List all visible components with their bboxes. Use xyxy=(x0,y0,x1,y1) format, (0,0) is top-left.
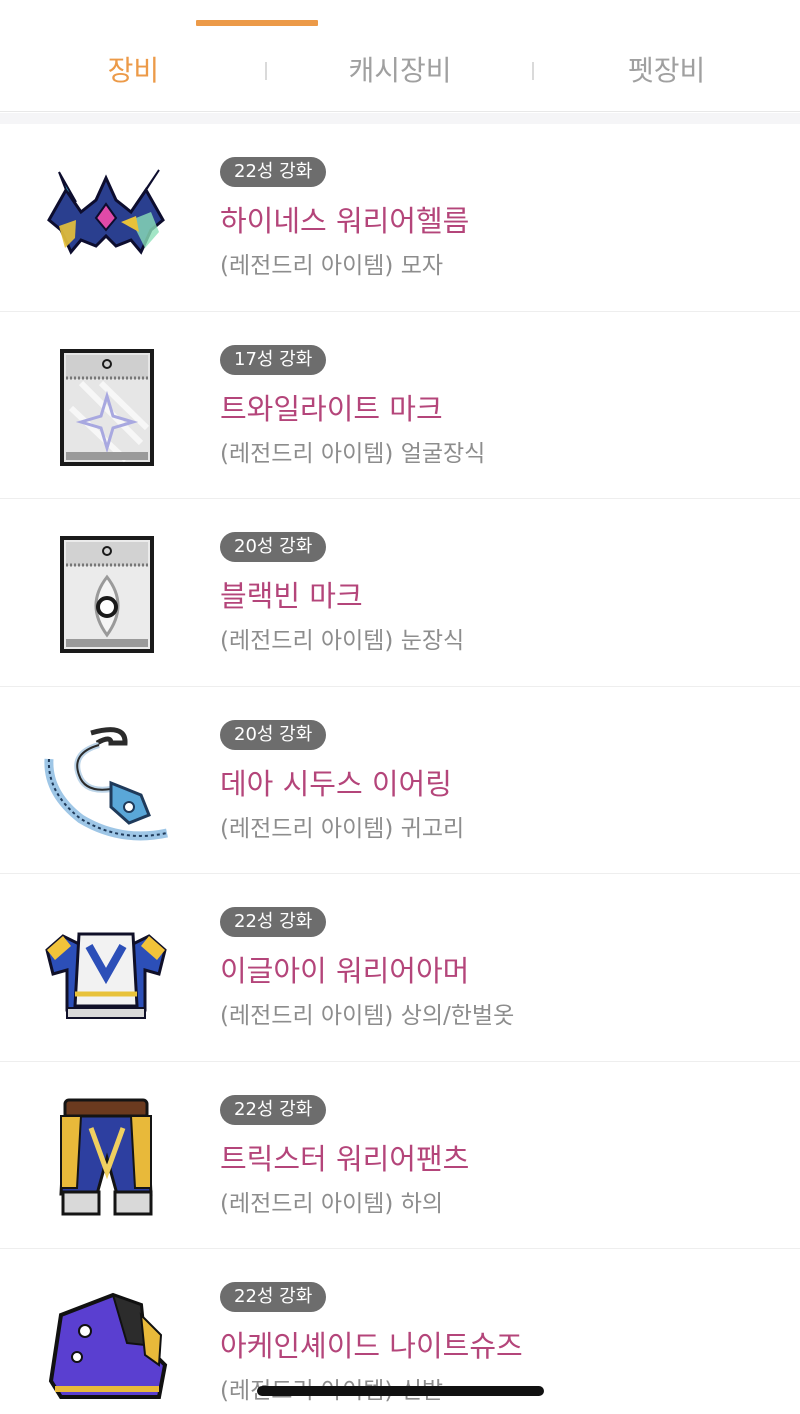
item-category: (레전드리 아이템) 귀고리 xyxy=(220,815,465,842)
eye-accessory-icon xyxy=(40,535,172,655)
list-item[interactable]: 22성 강화 이글아이 워리어아머 (레전드리 아이템) 상의/한벌옷 xyxy=(0,874,800,1062)
earring-icon xyxy=(40,723,172,843)
tab-separator xyxy=(532,62,534,80)
enhancement-badge: 22성 강화 xyxy=(220,1094,327,1125)
helmet-icon xyxy=(40,160,172,280)
item-name: 아케인셰이드 나이트슈즈 xyxy=(220,1329,523,1363)
shoes-icon xyxy=(40,1285,172,1405)
list-item[interactable]: 20성 강화 데아 시두스 이어링 (레전드리 아이템) 귀고리 xyxy=(0,687,800,874)
section-gap xyxy=(0,113,800,124)
enhancement-badge: 20성 강화 xyxy=(220,532,327,562)
pants-icon xyxy=(40,1098,172,1218)
list-item[interactable]: 17성 강화 트와일라이트 마크 (레전드리 아이템) 얼굴장식 xyxy=(0,312,800,499)
item-name: 블랙빈 마크 xyxy=(220,579,363,613)
tab-cash-equipment[interactable]: 캐시장비 xyxy=(267,26,534,111)
item-name: 트와일라이트 마크 xyxy=(220,391,443,426)
item-name: 트릭스터 워리어팬츠 xyxy=(220,1141,470,1176)
enhancement-badge: 22성 강화 xyxy=(220,907,327,937)
enhancement-badge: 20성 강화 xyxy=(220,719,327,750)
list-item[interactable]: 22성 강화 트릭스터 워리어팬츠 (레전드리 아이템) 하의 xyxy=(0,1062,800,1249)
enhancement-badge: 22성 강화 xyxy=(220,1282,327,1312)
enhancement-badge: 17성 강화 xyxy=(220,344,327,375)
armor-icon xyxy=(40,910,172,1030)
equipment-list: 22성 강화 하이네스 워리어헬름 (레전드리 아이템) 모자 17성 강화 트… xyxy=(0,124,800,1414)
enhancement-badge: 22성 강화 xyxy=(220,157,327,187)
item-category: (레전드리 아이템) 모자 xyxy=(220,253,444,279)
face-accessory-icon xyxy=(40,348,172,468)
list-item[interactable]: 20성 강화 블랙빈 마크 (레전드리 아이템) 눈장식 xyxy=(0,499,800,687)
item-name: 이글아이 워리어아머 xyxy=(220,954,470,988)
item-name: 하이네스 워리어헬름 xyxy=(220,204,470,238)
item-category: (레전드리 아이템) 눈장식 xyxy=(220,628,465,654)
tab-separator xyxy=(265,62,267,80)
tab-pet-equipment[interactable]: 펫장비 xyxy=(533,26,800,111)
item-category: (레전드리 아이템) 상의/한벌옷 xyxy=(220,1003,515,1029)
item-name: 데아 시두스 이어링 xyxy=(220,766,452,801)
list-item[interactable]: 22성 강화 하이네스 워리어헬름 (레전드리 아이템) 모자 xyxy=(0,124,800,312)
tab-bar: 장비 캐시장비 펫장비 xyxy=(0,26,800,112)
item-category: (레전드리 아이템) 하의 xyxy=(220,1190,444,1217)
tab-equipment[interactable]: 장비 xyxy=(0,26,267,111)
item-category: (레전드리 아이템) 얼굴장식 xyxy=(220,440,486,467)
home-indicator[interactable] xyxy=(257,1386,544,1396)
